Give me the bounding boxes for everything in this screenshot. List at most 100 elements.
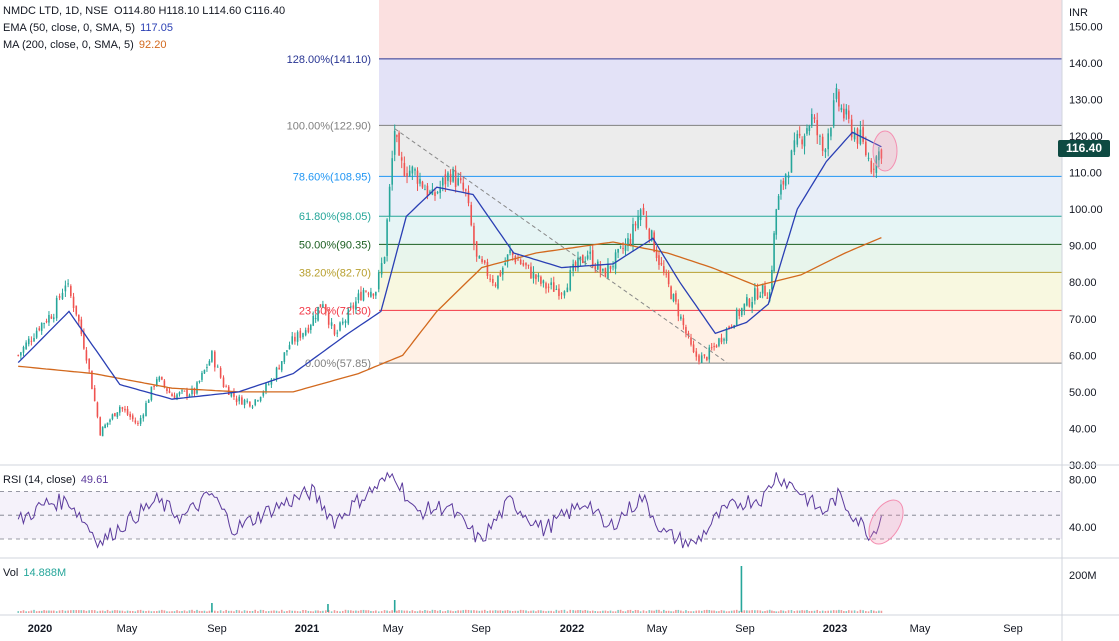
volume-bar [454, 610, 457, 613]
candle-body [355, 301, 357, 310]
volume-bar [718, 611, 720, 613]
candle-body [168, 390, 171, 393]
volume-bar [478, 610, 481, 613]
volume-value: 14.888M [23, 567, 67, 579]
candle-body [421, 181, 424, 188]
volume-bar [489, 610, 491, 613]
candle-body [408, 170, 411, 177]
candle-body [396, 135, 398, 137]
candle-body [101, 426, 104, 437]
candle-body [771, 269, 773, 290]
volume-bar [801, 610, 803, 613]
volume-bar [459, 610, 462, 613]
candle-body [365, 291, 367, 293]
last-price-badge: 116.40 [1058, 140, 1110, 157]
candle-body [862, 127, 864, 142]
candle-body [30, 340, 33, 342]
candle-body [50, 316, 53, 319]
candle-body [25, 342, 27, 349]
candle-body [238, 396, 241, 402]
volume-bar [821, 610, 824, 613]
volume-bar [566, 611, 569, 613]
volume-bar [235, 609, 238, 613]
volume-bar [299, 611, 302, 613]
candle-body [83, 332, 85, 349]
volume-bar [677, 609, 680, 613]
candle-body [856, 128, 859, 144]
candle-body [45, 321, 48, 323]
candle-body [454, 170, 457, 187]
time-tick-label: Sep [735, 623, 755, 635]
candle-body [819, 135, 821, 137]
candle-body [670, 286, 672, 300]
volume-bar [288, 610, 291, 613]
candle-body [302, 333, 304, 338]
candle-body [214, 351, 216, 368]
volume-bar [109, 611, 111, 613]
volume-bar [191, 609, 193, 613]
candle-body [416, 170, 419, 184]
fib-level-label: 78.60%(108.95) [293, 171, 371, 183]
rsi-label: RSI (14, close) [3, 474, 76, 486]
volume-bar [733, 610, 735, 613]
candle-body [78, 314, 80, 322]
volume-bar [746, 610, 748, 613]
volume-bar [506, 610, 509, 613]
candle-body [275, 367, 278, 379]
candle-body [38, 328, 41, 331]
candle-body [675, 293, 677, 302]
volume-bar [740, 566, 743, 612]
volume-bar [322, 610, 324, 613]
volume-bar [594, 611, 597, 613]
volume-bar [675, 609, 677, 613]
volume-bar [604, 610, 607, 613]
volume-bar [341, 610, 344, 613]
candle-body [22, 346, 25, 353]
candle-body [806, 128, 808, 134]
volume-bar [827, 610, 829, 613]
candle-body [607, 263, 609, 279]
time-tick-label: 2020 [28, 623, 52, 635]
candle-body [827, 133, 829, 150]
volume-bar [470, 610, 473, 613]
volume-bar [307, 610, 310, 613]
candle-body [424, 189, 426, 191]
volume-bar [116, 610, 119, 613]
volume-bar [302, 609, 304, 613]
volume-bar [875, 611, 878, 613]
volume-bar [75, 610, 78, 613]
candle-body [847, 110, 850, 119]
candle-body [403, 162, 406, 176]
candle-body [591, 250, 594, 267]
volume-bar [393, 600, 396, 612]
volume-bar [768, 609, 771, 613]
volume-bar [64, 610, 67, 613]
candle-body [33, 337, 35, 342]
volume-bar [703, 610, 706, 613]
volume-bar [777, 611, 780, 613]
high-value: 118.10 [166, 5, 200, 17]
candle-body [166, 388, 168, 391]
volume-bar [362, 609, 365, 613]
candle-body [235, 398, 238, 403]
candle-body [464, 189, 467, 191]
candle-body [759, 295, 762, 298]
volume-bar [756, 610, 759, 613]
volume-bar [20, 610, 22, 613]
volume-bar [784, 611, 787, 613]
volume-bar [670, 611, 672, 613]
candle-body [775, 209, 778, 235]
symbol-title: NMDC LTD, 1D, NSE [3, 5, 108, 17]
candle-body [222, 377, 225, 387]
price-tick-label: 130.00 [1069, 94, 1103, 106]
candle-body [147, 400, 150, 403]
candle-body [35, 330, 38, 338]
volume-bar [85, 610, 88, 613]
stock-chart[interactable]: 0.00%(57.85) 23.60%(72.30) 38.20%(82.70) 50… [0, 0, 1119, 641]
candle-body [582, 255, 584, 264]
volume-bar [386, 610, 388, 613]
candle-body [793, 140, 796, 152]
volume-bar [265, 611, 267, 613]
candle-body [777, 195, 780, 210]
candle-body [796, 133, 799, 145]
